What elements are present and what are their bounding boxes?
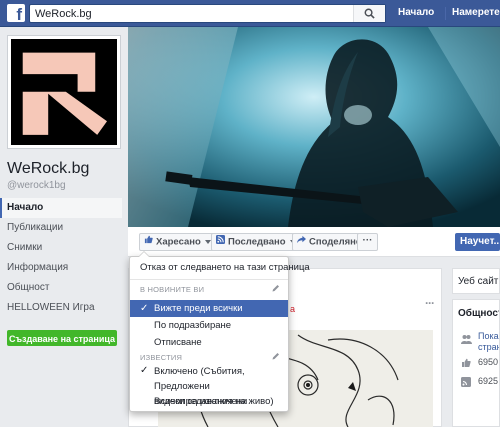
left-nav-item-posts[interactable]: Публикации [0,218,122,238]
nav-divider [445,7,446,20]
learn-more-button[interactable]: Научет... [455,233,500,251]
top-bar: f Начало Намерете пр [0,0,500,27]
left-nav-item-home[interactable]: Начало [0,198,122,218]
search-icon [364,8,375,19]
page-action-bar: Харесано Последвано Споделяне ··· Научет… [128,227,500,257]
menu-item-notifications-on-line1: Включено (Събития, Предложени [154,366,245,392]
menu-item-unfollow[interactable]: Отписване [130,334,288,351]
more-options-button[interactable]: ··· [357,233,378,251]
invite-friends-link[interactable]: Пока [478,331,499,341]
left-nav-item-photos[interactable]: Снимки [0,238,122,258]
post-title-fragment: а [290,304,296,314]
follows-count: 6925 [478,376,499,386]
following-dropdown-menu: Отказ от следването на тази страница В Н… [129,251,310,412]
menu-section-news-feed: В НОВИНИТЕ ВИ [140,285,205,294]
menu-section-notifications: ИЗВЕСТИЯ [140,353,183,362]
left-navigation: Начало Публикации Снимки Информация Общн… [0,198,122,318]
profile-picture-frame[interactable] [7,35,121,149]
cover-photo[interactable] [128,27,500,227]
share-button[interactable]: Споделяне [292,233,367,251]
facebook-logo[interactable]: f [7,4,25,22]
rss-feed-icon [461,377,471,390]
menu-item-see-first-label: Вижте преди всички [154,303,243,314]
left-nav-item-helloween-game[interactable]: HELLOWEEN Игра [0,298,122,318]
nav-home-link[interactable]: Начало [398,7,434,18]
chevron-down-icon [204,240,211,244]
checkmark-icon: ✓ [140,303,149,314]
menu-pointer [138,251,150,257]
menu-item-notifications-off[interactable]: Всички са изключени [130,393,288,410]
thumbs-up-icon [461,358,471,371]
search-button[interactable] [353,5,385,22]
community-card: Общност Пока стран 6950 6925 [452,299,500,427]
share-button-label: Споделяне [309,236,362,248]
search-input[interactable] [30,5,340,22]
create-page-button[interactable]: Създаване на страница [7,330,117,346]
pencil-icon[interactable] [272,284,280,295]
menu-item-see-first[interactable]: ✓ Вижте преди всички [130,300,288,317]
like-button-label: Харесано [156,236,201,248]
search-box [29,4,386,23]
left-nav-item-about[interactable]: Информация [0,258,122,278]
pencil-icon[interactable] [272,352,280,363]
profile-picture-logo [11,39,117,145]
website-card[interactable]: Уеб сайт [452,268,500,294]
menu-divider [130,279,288,280]
following-button-label: Последвано [228,236,286,248]
rss-feed-icon [216,234,225,250]
menu-item-default[interactable]: По подразбиране [130,317,288,334]
invite-friends-link-line2[interactable]: стран [478,342,499,352]
community-title: Общност [458,308,500,319]
thumbs-up-icon [144,234,153,250]
share-arrow-icon [297,234,306,250]
left-nav-item-community[interactable]: Общност [0,278,122,298]
page-handle: @werock1bg [7,180,66,191]
like-button[interactable]: Харесано [139,233,216,251]
menu-item-unfollow-page[interactable]: Отказ от следването на тази страница [130,259,310,276]
likes-count: 6950 [478,357,499,367]
people-icon [461,334,472,347]
page-name: WeRock.bg [7,160,90,177]
nav-find-friends-link[interactable]: Намерете пр [452,7,500,18]
checkmark-icon: ✓ [140,365,149,376]
post-options-icon[interactable]: ··· [425,296,435,310]
following-button[interactable]: Последвано [211,233,301,251]
